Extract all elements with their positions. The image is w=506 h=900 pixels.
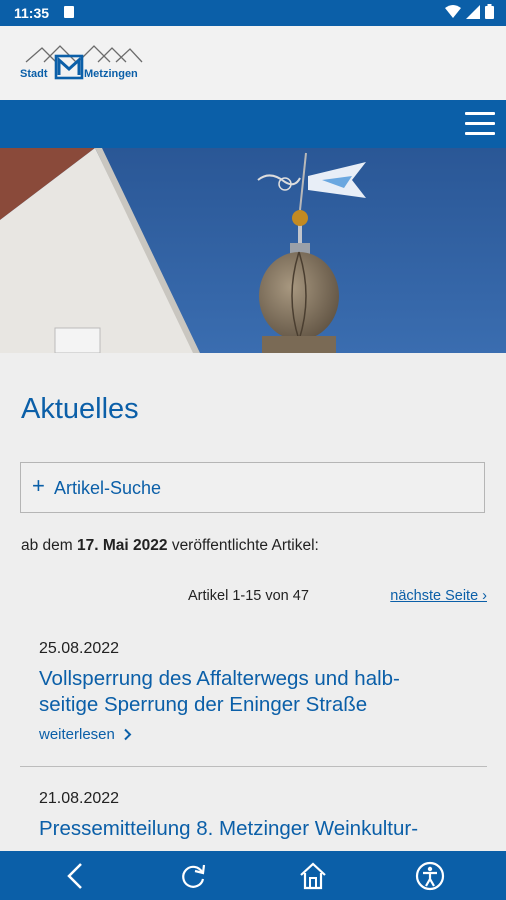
article-count: Artikel 1-15 von 47	[188, 588, 309, 604]
hero-image	[0, 148, 506, 353]
article-date: 21.08.2022	[39, 790, 120, 807]
signal-icon	[466, 4, 480, 19]
article-item: 21.08.2022 Pressemitteilung 8. Metzinger…	[39, 790, 479, 842]
article-date: 25.08.2022	[39, 640, 120, 657]
read-more-link[interactable]: weiterlesen	[39, 726, 479, 743]
article-item: 25.08.2022 Vollsperrung des Affalterwegs…	[39, 640, 479, 743]
article-divider	[20, 766, 487, 767]
article-title-link[interactable]: Vollsperrung des Affalterwegs und halb- …	[39, 666, 479, 718]
plus-icon: +	[32, 473, 45, 498]
next-page-link[interactable]: nächste Seite ›	[390, 588, 487, 604]
published-since-text: ab dem 17. Mai 2022 veröffentlichte Arti…	[21, 537, 319, 555]
status-bar: 11:35	[0, 0, 506, 26]
reload-icon[interactable]	[176, 859, 210, 893]
page-title: Aktuelles	[21, 393, 139, 425]
hero-photo	[0, 148, 506, 353]
battery-icon	[485, 4, 494, 19]
published-prefix: ab dem	[21, 537, 73, 554]
article-search-label: Artikel-Suche	[54, 478, 162, 498]
read-more-label: weiterlesen	[39, 726, 115, 743]
wifi-icon	[445, 4, 461, 18]
back-icon[interactable]	[59, 859, 93, 893]
navigation-bar	[0, 100, 506, 148]
menu-icon[interactable]	[464, 110, 496, 138]
home-icon[interactable]	[296, 859, 330, 893]
accessibility-icon[interactable]	[413, 859, 447, 893]
published-suffix: veröffentlichte Artikel:	[171, 537, 319, 554]
stadt-metzingen-logo[interactable]: Stadt Metzingen	[20, 42, 152, 90]
sd-card-icon	[64, 6, 74, 18]
article-search-toggle[interactable]: + Artikel-Suche	[20, 462, 485, 513]
bottom-navigation	[0, 851, 506, 900]
status-icons	[445, 4, 494, 19]
svg-text:Metzingen: Metzingen	[84, 68, 138, 80]
article-title-link[interactable]: Pressemitteilung 8. Metzinger Weinkultur…	[39, 816, 479, 842]
site-header: Stadt Metzingen	[0, 26, 506, 100]
status-time: 11:35	[14, 5, 50, 21]
published-date: 17. Mai 2022	[77, 537, 168, 554]
svg-text:Stadt: Stadt	[20, 68, 48, 80]
chevron-right-icon	[124, 728, 132, 741]
